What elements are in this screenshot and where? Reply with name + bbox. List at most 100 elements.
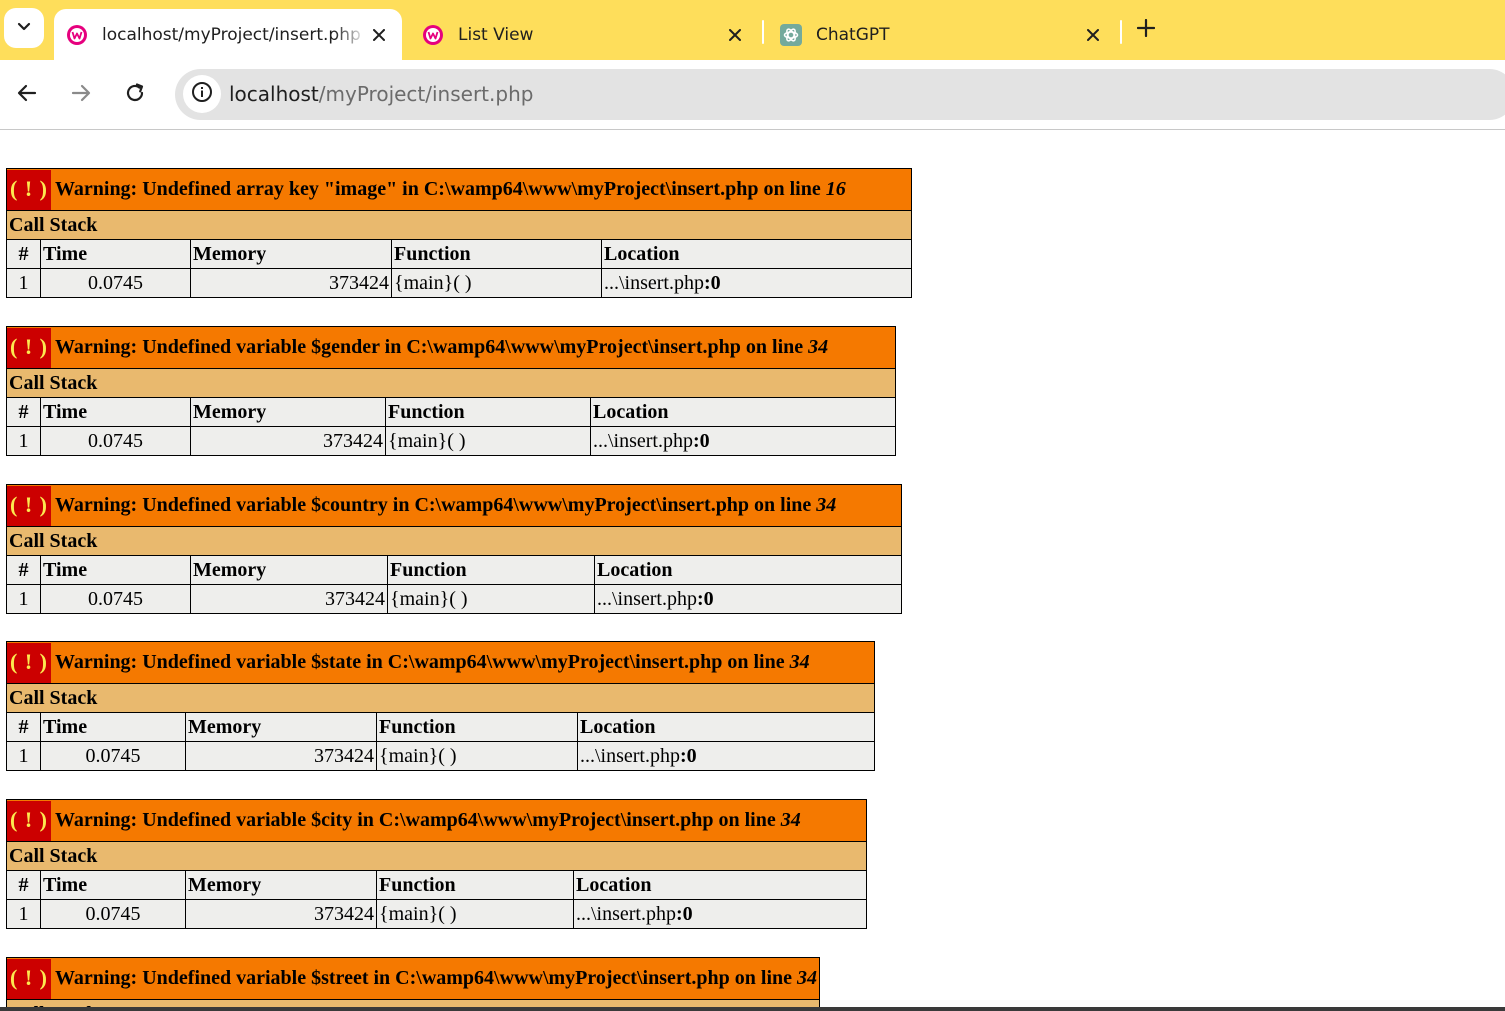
col-number: # <box>6 555 41 586</box>
warning-header: ( ! ) Warning: Undefined variable $city i… <box>6 798 867 843</box>
cell-function: {main}( ) <box>385 426 591 457</box>
cell-time: 0.0745 <box>40 584 191 615</box>
cell-location: ...\insert.php:0 <box>573 899 867 930</box>
cell-time: 0.0745 <box>40 426 191 457</box>
location-line: :0 <box>676 903 693 926</box>
cell-function: {main}( ) <box>376 899 574 930</box>
close-icon[interactable] <box>1080 22 1106 48</box>
arrow-right-icon <box>70 82 92 108</box>
col-number: # <box>6 712 41 743</box>
col-time: Time <box>40 239 191 270</box>
back-button[interactable] <box>8 76 46 114</box>
xdebug-warning-table: ( ! ) Warning: Undefined array key "image… <box>6 167 912 299</box>
warning-line: 34 <box>780 809 801 831</box>
location-file: ...\insert.php <box>580 745 680 768</box>
arrow-left-icon <box>16 82 38 108</box>
tab-label: ChatGPT <box>816 24 890 45</box>
cell-number: 1 <box>6 268 41 299</box>
callstack-title: Call Stack <box>6 210 912 241</box>
location-line: :0 <box>693 430 710 453</box>
wampserver-icon <box>66 24 88 46</box>
warning-message: Warning: Undefined array key "image" in … <box>54 178 826 200</box>
callstack-title: Call Stack <box>6 683 875 714</box>
col-time: Time <box>40 712 186 743</box>
cell-function: {main}( ) <box>391 268 602 299</box>
new-tab-button[interactable] <box>1133 17 1159 43</box>
site-info-button[interactable] <box>183 75 221 113</box>
warning-header: ( ! ) Warning: Undefined variable $state … <box>6 640 875 685</box>
col-memory: Memory <box>190 397 386 428</box>
tab-chatgpt[interactable]: ChatGPT <box>768 9 1116 60</box>
address-bar[interactable]: localhost/myProject/insert.php <box>175 69 1505 120</box>
table-row: 1 0.0745 373424 {main}( ) ...\insert.php… <box>6 426 896 457</box>
tab-label: localhost/myProject/insert.php <box>102 24 361 45</box>
tab-search-button[interactable] <box>4 8 44 48</box>
callstack-title: Call Stack <box>6 526 902 557</box>
col-memory: Memory <box>190 555 388 586</box>
col-location: Location <box>594 555 902 586</box>
tab-separator <box>1120 20 1122 44</box>
reload-icon <box>124 82 146 108</box>
address-host: localhost <box>229 82 319 106</box>
reload-button[interactable] <box>116 76 154 114</box>
warning-icon: ( ! ) <box>7 801 51 842</box>
warning-message: Warning: Undefined variable $state in C:… <box>54 651 790 673</box>
warning-message: Warning: Undefined variable $gender in C… <box>54 336 809 358</box>
warning-line: 34 <box>816 494 837 516</box>
address-url[interactable]: localhost/myProject/insert.php <box>229 82 533 106</box>
xdebug-warning-table: ( ! ) Warning: Undefined variable $gender… <box>6 325 896 457</box>
window-bottom-border <box>0 1007 1505 1011</box>
close-icon[interactable] <box>366 22 392 48</box>
cell-function: {main}( ) <box>387 584 595 615</box>
warning-message: Warning: Undefined variable $street in C… <box>54 967 798 989</box>
warning-icon: ( ! ) <box>7 643 51 684</box>
cell-location: ...\insert.php:0 <box>601 268 912 299</box>
cell-number: 1 <box>6 426 41 457</box>
warning-icon: ( ! ) <box>7 486 51 527</box>
col-location: Location <box>573 870 867 901</box>
warning-message: Warning: Undefined variable $country in … <box>54 494 817 516</box>
warning-line: 34 <box>797 967 818 989</box>
cell-time: 0.0745 <box>40 899 186 930</box>
table-row: 1 0.0745 373424 {main}( ) ...\insert.php… <box>6 899 867 930</box>
col-location: Location <box>590 397 896 428</box>
tab-insert-php[interactable]: localhost/myProject/insert.php <box>54 9 402 60</box>
cell-memory: 373424 <box>185 741 377 772</box>
location-line: :0 <box>704 272 721 295</box>
location-file: ...\insert.php <box>593 430 693 453</box>
forward-button[interactable] <box>62 76 100 114</box>
cell-memory: 373424 <box>190 584 388 615</box>
cell-memory: 373424 <box>190 426 386 457</box>
col-function: Function <box>376 712 578 743</box>
cell-number: 1 <box>6 899 41 930</box>
cell-number: 1 <box>6 584 41 615</box>
col-time: Time <box>40 870 186 901</box>
warning-icon: ( ! ) <box>7 959 51 1000</box>
warning-line: 34 <box>789 651 810 673</box>
tab-list-view[interactable]: List View <box>410 9 758 60</box>
col-function: Function <box>385 397 591 428</box>
cell-location: ...\insert.php:0 <box>594 584 902 615</box>
chatgpt-icon <box>780 23 802 46</box>
warning-message: Warning: Undefined variable $city in C:\… <box>54 809 781 831</box>
xdebug-warning-table: ( ! ) Warning: Undefined variable $city i… <box>6 798 867 930</box>
warning-header: ( ! ) Warning: Undefined variable $gender… <box>6 325 896 370</box>
close-icon[interactable] <box>722 22 748 48</box>
cell-location: ...\insert.php:0 <box>577 741 875 772</box>
tab-label: List View <box>458 24 534 45</box>
callstack-title: Call Stack <box>6 841 867 872</box>
warning-icon: ( ! ) <box>7 170 51 211</box>
cell-memory: 373424 <box>185 899 377 930</box>
plus-icon <box>1136 18 1156 41</box>
table-row: 1 0.0745 373424 {main}( ) ...\insert.php… <box>6 268 912 299</box>
location-file: ...\insert.php <box>597 588 697 611</box>
xdebug-warning-table: ( ! ) Warning: Undefined variable $street… <box>5 956 821 1011</box>
cell-time: 0.0745 <box>40 268 191 299</box>
warning-line: 16 <box>825 178 846 200</box>
col-number: # <box>6 239 41 270</box>
col-function: Function <box>391 239 602 270</box>
col-function: Function <box>376 870 574 901</box>
location-file: ...\insert.php <box>604 272 704 295</box>
cell-function: {main}( ) <box>376 741 578 772</box>
col-number: # <box>6 870 41 901</box>
